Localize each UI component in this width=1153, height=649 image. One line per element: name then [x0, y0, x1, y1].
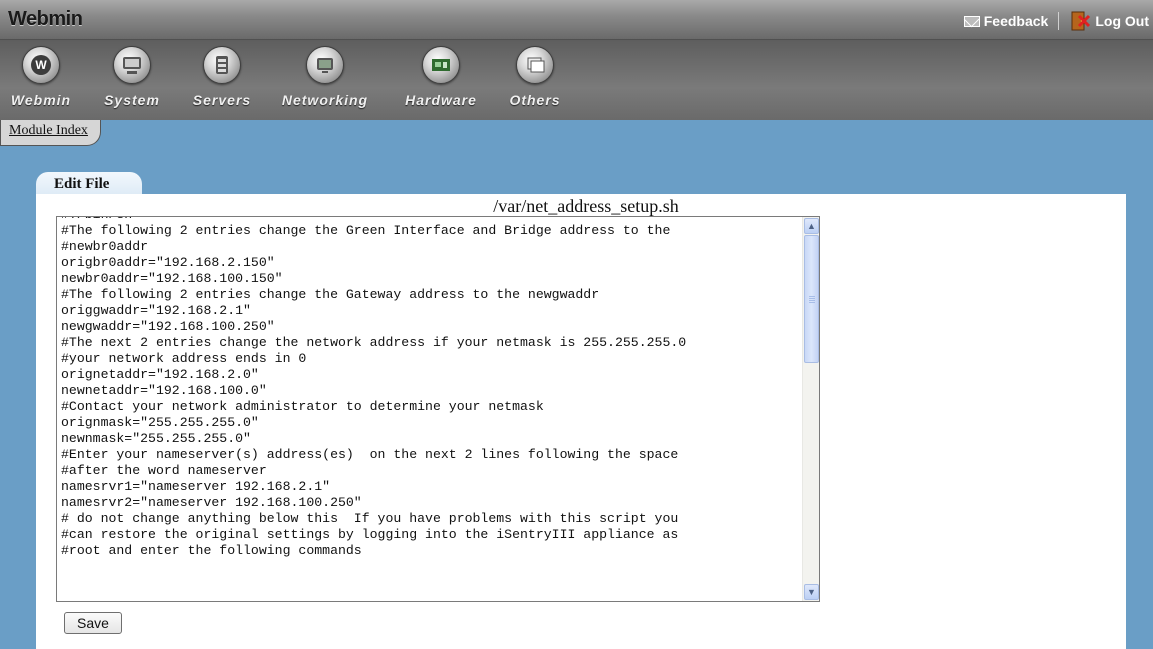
- category-label: Others: [509, 92, 561, 108]
- scroll-up-button[interactable]: ▲: [804, 218, 819, 234]
- divider: [1058, 12, 1060, 30]
- feedback-link[interactable]: Feedback: [963, 13, 1049, 29]
- svg-text:W: W: [35, 58, 47, 72]
- category-label: Networking: [281, 92, 369, 108]
- module-index-link[interactable]: Module Index: [0, 120, 101, 146]
- top-header-bar: Webmin Feedback Log Out: [0, 0, 1153, 40]
- file-content-text[interactable]: #!/bin/sh #The following 2 entries chang…: [61, 217, 805, 559]
- category-label: Webmin: [10, 92, 72, 108]
- save-button[interactable]: Save: [64, 612, 122, 634]
- category-servers[interactable]: Servers: [184, 46, 260, 108]
- webmin-logo[interactable]: Webmin: [8, 8, 83, 31]
- envelope-icon: [963, 15, 980, 27]
- file-content-textarea[interactable]: #!/bin/sh #The following 2 entries chang…: [56, 216, 820, 602]
- category-label: Hardware: [405, 92, 477, 108]
- category-bar: W Webmin System Servers Networking Hardw…: [0, 40, 1153, 120]
- category-system[interactable]: System: [94, 46, 170, 108]
- category-hardware[interactable]: Hardware: [394, 46, 488, 108]
- scrollbar-grip-icon: [809, 296, 815, 304]
- category-networking[interactable]: Networking: [270, 46, 380, 108]
- hardware-icon: [422, 46, 460, 84]
- file-path-title: /var/net_address_setup.sh: [493, 196, 679, 216]
- scroll-down-button[interactable]: ▼: [804, 584, 819, 600]
- logout-icon: [1071, 11, 1091, 31]
- system-icon: [113, 46, 151, 84]
- top-actions: Feedback Log Out: [963, 10, 1149, 32]
- servers-icon: [203, 46, 241, 84]
- logout-link[interactable]: Log Out: [1069, 10, 1149, 32]
- networking-icon: [306, 46, 344, 84]
- logout-label: Log Out: [1095, 13, 1149, 29]
- category-webmin[interactable]: W Webmin: [6, 46, 76, 108]
- feedback-label: Feedback: [983, 13, 1049, 29]
- category-label: Servers: [192, 92, 252, 108]
- category-others[interactable]: Others: [500, 46, 570, 108]
- scrollbar-thumb[interactable]: [804, 235, 819, 363]
- webmin-icon: W: [22, 46, 60, 84]
- main-panel: /var/net_address_setup.sh #!/bin/sh #The…: [36, 194, 1126, 649]
- category-label: System: [104, 92, 160, 108]
- others-icon: [516, 46, 554, 84]
- vertical-scrollbar[interactable]: ▲ ▼: [802, 217, 819, 601]
